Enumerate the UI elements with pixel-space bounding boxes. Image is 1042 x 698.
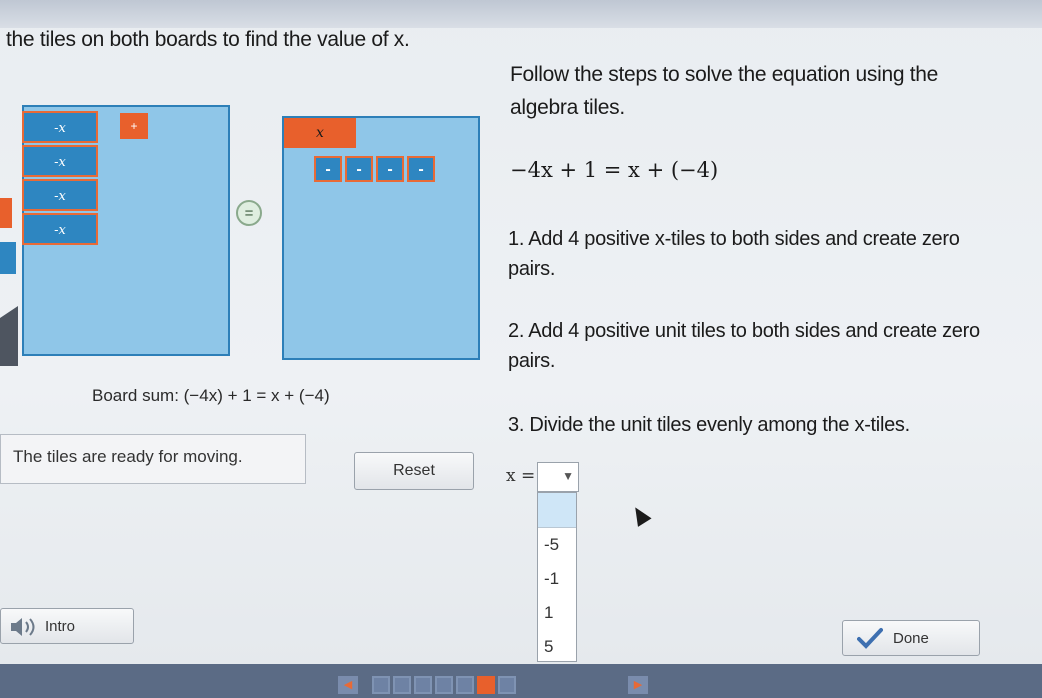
- next-arrow-icon[interactable]: ▶: [628, 676, 648, 694]
- neg-x-tile[interactable]: -x: [22, 213, 98, 245]
- neg-unit-tile[interactable]: -: [314, 156, 342, 182]
- intro-button[interactable]: Intro: [0, 608, 134, 644]
- mouse-cursor-icon: [628, 503, 652, 527]
- reset-button[interactable]: Reset: [354, 452, 474, 490]
- prev-arrow-icon[interactable]: ◀: [338, 676, 358, 694]
- progress-step[interactable]: [393, 676, 411, 694]
- intro-label: Intro: [45, 618, 76, 635]
- left-board[interactable]: -x -x -x -x +: [22, 105, 230, 356]
- done-button[interactable]: Done: [842, 620, 980, 656]
- progress-step[interactable]: [372, 676, 390, 694]
- progress-step[interactable]: [498, 676, 516, 694]
- step-2: 2. Add 4 positive unit tiles to both sid…: [508, 320, 980, 372]
- neg-x-tile[interactable]: -x: [22, 111, 98, 143]
- progress-indicator: [372, 676, 516, 694]
- right-board[interactable]: x - - - -: [282, 116, 480, 360]
- dropdown-option[interactable]: 1: [538, 596, 576, 630]
- pos-x-tile[interactable]: x: [284, 118, 356, 148]
- neg-unit-tile[interactable]: -: [376, 156, 404, 182]
- chevron-down-icon: ▼: [562, 469, 574, 483]
- equals-icon: =: [236, 200, 262, 226]
- neg-unit-tile[interactable]: -: [345, 156, 373, 182]
- lesson-frame: the tiles on both boards to find the val…: [0, 0, 1042, 698]
- pos-unit-tile[interactable]: +: [120, 113, 148, 139]
- progress-step[interactable]: [414, 676, 432, 694]
- status-message: The tiles are ready for moving.: [0, 434, 306, 484]
- board-sum: Board sum: (−4x) + 1 = x + (−4): [92, 386, 330, 405]
- offscreen-positive-tile[interactable]: [0, 198, 12, 228]
- offscreen-negative-tile[interactable]: [0, 242, 16, 274]
- progress-step[interactable]: [456, 676, 474, 694]
- neg-x-tile[interactable]: -x: [22, 179, 98, 211]
- step-3: 3. Divide the unit tiles evenly among th…: [508, 414, 910, 436]
- progress-step[interactable]: [477, 676, 495, 694]
- offscreen-tile-bin: [0, 306, 18, 366]
- dropdown-option-blank[interactable]: [538, 493, 576, 528]
- dropdown-option[interactable]: -5: [538, 528, 576, 562]
- dropdown-option[interactable]: 5: [538, 630, 576, 664]
- checkmark-icon: [857, 627, 883, 654]
- answer-select[interactable]: ▼: [537, 462, 579, 492]
- answer-dropdown[interactable]: -5 -1 1 5: [537, 492, 577, 662]
- neg-x-tile[interactable]: -x: [22, 145, 98, 177]
- footer-bar: [0, 664, 1042, 698]
- top-bar: [0, 0, 1042, 28]
- dropdown-option[interactable]: -1: [538, 562, 576, 596]
- neg-unit-tile[interactable]: -: [407, 156, 435, 182]
- answer-label: x =: [506, 466, 536, 486]
- progress-step[interactable]: [435, 676, 453, 694]
- speaker-icon: [9, 616, 37, 643]
- done-label: Done: [893, 630, 929, 647]
- steps-title: Follow the steps to solve the equation u…: [510, 63, 939, 119]
- step-1: 1. Add 4 positive x-tiles to both sides …: [508, 228, 960, 280]
- instruction-text: the tiles on both boards to find the val…: [6, 28, 410, 51]
- equation: −4x + 1 = x + (−4): [510, 158, 719, 182]
